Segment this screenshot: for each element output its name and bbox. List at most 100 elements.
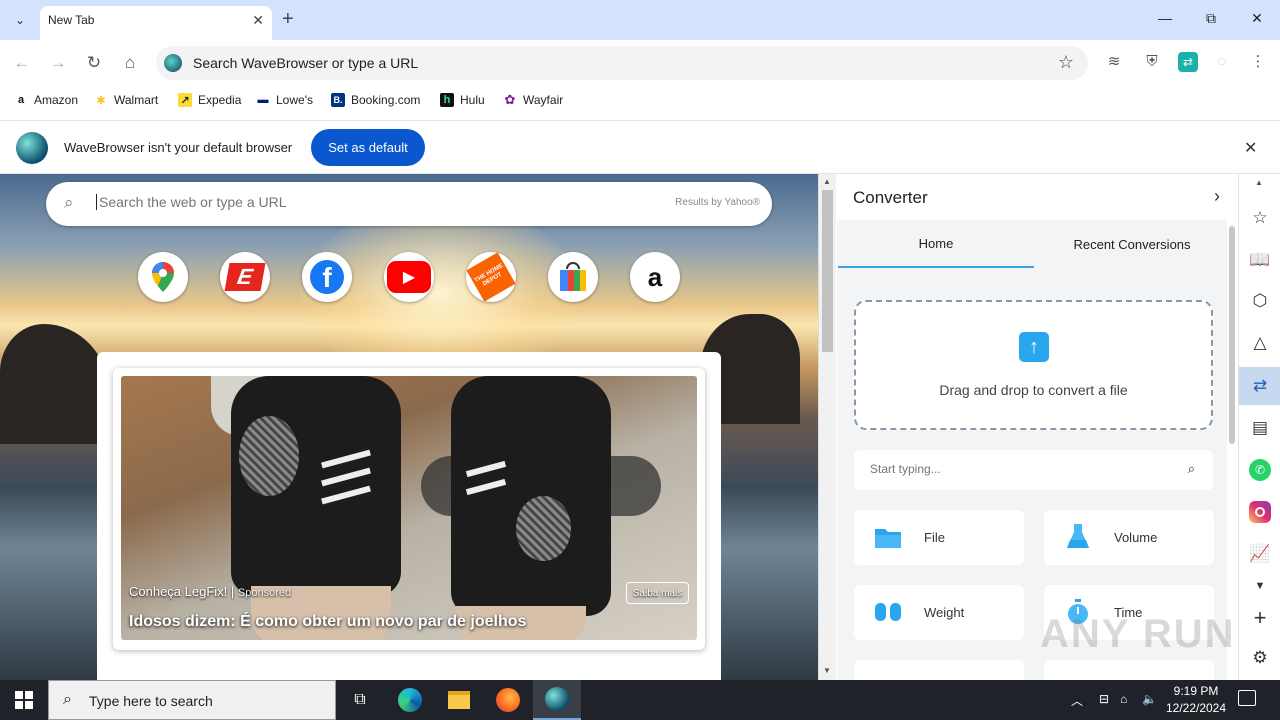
- tab-recent-conversions[interactable]: Recent Conversions: [1034, 220, 1227, 268]
- bookmark-star-icon[interactable]: ☆: [1058, 52, 1074, 73]
- bookmark-walmart[interactable]: ✱ Walmart: [94, 93, 158, 107]
- close-window-button[interactable]: ✕: [1247, 10, 1267, 27]
- tray-chevron-up-icon[interactable]: ︿: [1071, 692, 1083, 709]
- shortcut-facebook[interactable]: f: [302, 252, 352, 302]
- ad-image[interactable]: Conheça LegFix! | Sponsored Idosos dizem…: [121, 376, 697, 640]
- minimize-button[interactable]: —: [1155, 10, 1175, 26]
- upload-arrow-icon: ↑: [1019, 332, 1049, 362]
- web-search-input[interactable]: [96, 194, 596, 210]
- bookmark-booking[interactable]: B. Booking.com: [331, 93, 420, 107]
- ad-container[interactable]: Conheça LegFix! | Sponsored Idosos dizem…: [113, 368, 705, 650]
- scroll-up-icon[interactable]: ▲: [823, 177, 831, 186]
- walmart-icon: ✱: [96, 94, 106, 107]
- notes-icon[interactable]: ▤: [1246, 414, 1274, 442]
- default-browser-infobar: WaveBrowser isn't your default browser S…: [0, 120, 1280, 174]
- infobar-close-icon[interactable]: ✕: [1244, 138, 1257, 158]
- back-button[interactable]: ←: [11, 53, 33, 73]
- bookmark-label: Expedia: [198, 93, 242, 107]
- shortcut-home-depot[interactable]: THE HOME DEPOT: [466, 252, 516, 302]
- category-file[interactable]: File: [854, 510, 1024, 565]
- taskbar-search[interactable]: ⌕ Type here to search: [48, 680, 336, 720]
- ad-headline[interactable]: Idosos dizem: É como obter um novo par d…: [129, 613, 526, 631]
- bookmark-hulu[interactable]: h Hulu: [440, 93, 485, 107]
- reading-list-icon[interactable]: 📖: [1246, 246, 1274, 274]
- wifi-icon[interactable]: ⌂: [1120, 692, 1127, 706]
- ad-cta-button[interactable]: Saiba mais: [626, 582, 689, 604]
- clock-time[interactable]: 9:19 PM: [1166, 684, 1226, 698]
- gear-icon[interactable]: ⚙: [1246, 644, 1274, 672]
- network-icon[interactable]: ⊟: [1099, 692, 1109, 706]
- sidebar-scroll-up-icon[interactable]: ▲: [1255, 178, 1263, 187]
- home-button[interactable]: ⌂: [119, 53, 141, 73]
- volume-icon[interactable]: 🔈: [1142, 692, 1157, 706]
- page-scrollbar-thumb[interactable]: [822, 190, 833, 352]
- edge-icon[interactable]: [386, 680, 434, 720]
- category-more[interactable]: [1044, 660, 1214, 680]
- clock-date[interactable]: 12/22/2024: [1162, 701, 1230, 715]
- web-search-box[interactable]: ⌕ Results by Yahoo®: [46, 182, 772, 226]
- converter-search[interactable]: ⌕: [854, 450, 1213, 490]
- bookmark-list-icon[interactable]: ☆: [1246, 204, 1274, 232]
- bookmark-wayfair[interactable]: ✿ Wayfair: [503, 92, 564, 107]
- shortcut-youtube[interactable]: ▶: [384, 252, 434, 302]
- forward-button[interactable]: →: [47, 53, 69, 73]
- tab-new-tab[interactable]: New Tab ✕: [40, 6, 272, 40]
- infobar-message: WaveBrowser isn't your default browser: [64, 140, 293, 155]
- search-icon[interactable]: ⌕: [1188, 461, 1195, 477]
- reload-button[interactable]: ↻: [83, 53, 105, 73]
- scroll-down-icon[interactable]: ▼: [823, 666, 831, 675]
- panel-scrollbar-thumb[interactable]: [1229, 226, 1235, 444]
- file-dropzone[interactable]: ↑ Drag and drop to convert a file: [854, 300, 1213, 430]
- extension-shield-icon[interactable]: ⛨: [1142, 52, 1162, 72]
- category-more[interactable]: [854, 660, 1024, 680]
- results-by-yahoo-label: Results by Yahoo®: [675, 197, 760, 208]
- notification-icon[interactable]: [1238, 690, 1256, 706]
- whatsapp-icon[interactable]: ✆: [1246, 456, 1274, 484]
- set-as-default-button[interactable]: Set as default: [311, 129, 425, 166]
- category-weight[interactable]: Weight: [854, 585, 1024, 640]
- firefox-icon[interactable]: [484, 680, 532, 720]
- new-tab-button[interactable]: +: [282, 9, 294, 29]
- instagram-icon[interactable]: [1246, 498, 1274, 526]
- file-explorer-icon[interactable]: [435, 680, 483, 720]
- converter-icon[interactable]: ⇄: [1246, 372, 1274, 400]
- shortcut-shopping[interactable]: [548, 252, 598, 302]
- bookmark-label: Amazon: [34, 93, 79, 107]
- chart-icon[interactable]: 📈: [1246, 540, 1274, 568]
- converter-title: Converter: [853, 188, 928, 207]
- search-icon: ⌕: [64, 193, 74, 212]
- start-button[interactable]: [0, 680, 48, 720]
- tab-search-dropdown-icon[interactable]: ⌄: [6, 8, 34, 32]
- amazon-icon: a: [647, 261, 663, 292]
- shortcut-google-maps[interactable]: [138, 252, 188, 302]
- menu-kebab-icon[interactable]: ⋮: [1248, 52, 1268, 72]
- tab-title: New Tab: [48, 13, 95, 27]
- package-icon[interactable]: ⬡: [1246, 287, 1274, 315]
- ad-image-knee-pad: [516, 496, 571, 561]
- wavebrowser-taskbar-icon[interactable]: [533, 680, 581, 720]
- task-view-icon[interactable]: ⧉: [336, 680, 384, 720]
- chevron-down-icon[interactable]: ▼: [1246, 572, 1274, 600]
- bookmark-lowes[interactable]: ▬ Lowe's: [256, 93, 313, 107]
- tab-close-icon[interactable]: ✕: [252, 12, 264, 29]
- address-bar[interactable]: Search WaveBrowser or type a URL ☆: [156, 46, 1088, 80]
- extension-converter-icon[interactable]: ⇄: [1178, 52, 1198, 72]
- page-scrollbar[interactable]: ▲ ▼: [818, 174, 836, 680]
- drive-icon[interactable]: △: [1246, 329, 1274, 357]
- category-volume[interactable]: Volume: [1044, 510, 1214, 565]
- tab-home[interactable]: Home: [838, 220, 1034, 268]
- extension-puzzle-icon[interactable]: ◌: [1212, 52, 1232, 72]
- add-icon[interactable]: +: [1246, 604, 1274, 632]
- category-label: Volume: [1114, 530, 1158, 545]
- maximize-button[interactable]: ⧉: [1201, 10, 1221, 27]
- windows-logo-icon: [15, 691, 33, 709]
- extension-stack-icon[interactable]: ≋: [1104, 52, 1124, 72]
- chevron-right-icon[interactable]: ›: [1214, 186, 1220, 207]
- expedia-icon: ↗: [178, 93, 192, 107]
- shortcut-amazon[interactable]: a: [630, 252, 680, 302]
- bookmark-amazon[interactable]: a Amazon: [14, 93, 78, 107]
- shortcut-espn[interactable]: E: [220, 252, 270, 302]
- bookmark-expedia[interactable]: ↗ Expedia: [178, 93, 241, 107]
- panel-scrollbar[interactable]: [1227, 220, 1238, 680]
- converter-search-input[interactable]: [870, 462, 1150, 476]
